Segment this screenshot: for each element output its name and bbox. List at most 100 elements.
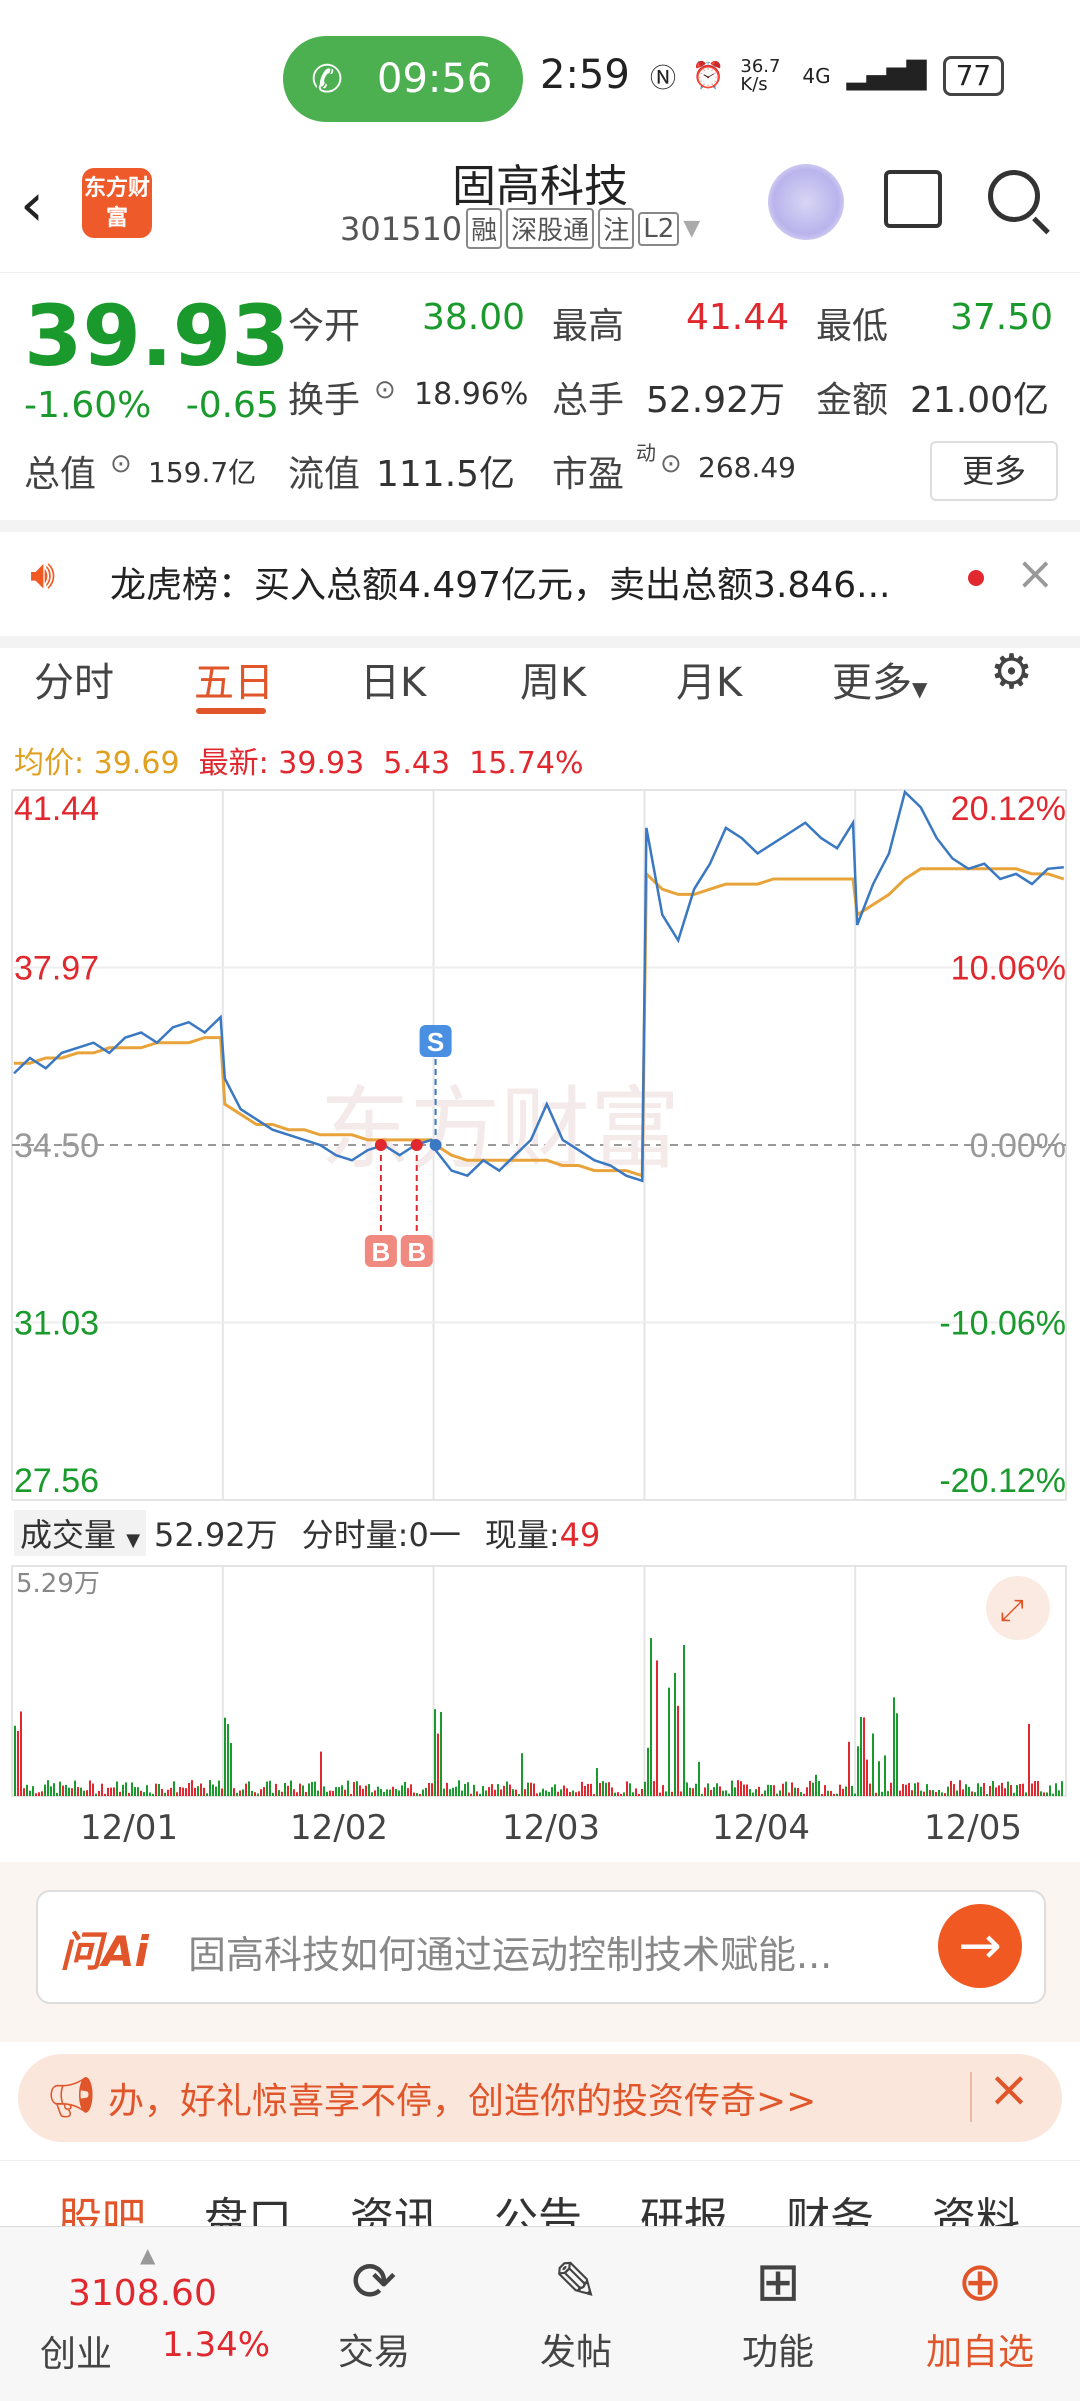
volume-bar xyxy=(923,1791,925,1796)
close-icon[interactable]: × xyxy=(988,2060,1030,2118)
nav-functions[interactable]: ⊞ 功能 xyxy=(698,2247,858,2375)
volume-bar xyxy=(851,1785,853,1796)
chart-info-line: 均价: 39.69 最新: 39.93 5.43 15.74% xyxy=(14,738,584,782)
volume-bar xyxy=(467,1782,469,1796)
tab-pankou[interactable]: 盘口 xyxy=(204,2183,292,2227)
volume-bar xyxy=(317,1790,319,1796)
tab-more[interactable]: 更多▼ xyxy=(832,650,927,708)
volume-bar xyxy=(557,1791,559,1796)
tab-daily-k[interactable]: 日K xyxy=(360,650,426,708)
index-pct: 1.34% xyxy=(162,2325,271,2365)
volume-bar xyxy=(701,1793,703,1796)
y-tick-right: -20.12% xyxy=(939,1462,1066,1500)
status-icons: Ⓝ ⏰ 36.7 K/s 4G ▂▄▆█ 77 xyxy=(650,56,1005,96)
volume-selector[interactable]: 成交量 ▼ xyxy=(14,1510,147,1556)
volume-bar xyxy=(56,1792,58,1796)
volume-bar xyxy=(185,1788,187,1796)
volume-bar xyxy=(194,1787,196,1796)
volume-bar xyxy=(401,1785,403,1796)
tab-guba[interactable]: 股吧 xyxy=(58,2183,146,2227)
caret-up-icon: ▲ xyxy=(140,2243,156,2267)
share-icon[interactable] xyxy=(884,170,942,228)
now-volume-value: 49 xyxy=(559,1516,601,1554)
tab-intraday[interactable]: 分时 xyxy=(34,650,114,708)
close-icon[interactable]: × xyxy=(1016,546,1055,600)
volume-bar xyxy=(581,1781,583,1796)
news-bar[interactable]: 🔊︎ 龙虎榜：买入总额4.497亿元，卖出总额3.846... × xyxy=(0,520,1080,648)
amount-value: 21.00亿 xyxy=(910,380,1050,421)
volume-bar xyxy=(80,1787,82,1796)
volume-bar xyxy=(221,1788,223,1796)
volume-bar xyxy=(182,1787,184,1796)
tab-five-day[interactable]: 五日 xyxy=(194,650,274,708)
nav-trade-label: 交易 xyxy=(337,2332,410,2373)
five-day-chart[interactable]: 东方财富 41.44 37.97 34.50 31.03 27.56 20.12% 10.… xyxy=(0,780,1080,1810)
volume-bar xyxy=(893,1697,895,1796)
volume-bar xyxy=(233,1788,235,1796)
tab-research[interactable]: 研报 xyxy=(640,2183,728,2227)
info-circle-icon[interactable]: ⊙ xyxy=(660,449,682,479)
volume-bar xyxy=(554,1784,556,1796)
volume-bar xyxy=(881,1791,883,1796)
ask-ai-box[interactable]: 问Ai 固高科技如何通过运动控制技术赋能... → xyxy=(36,1890,1046,2004)
volume-bar xyxy=(344,1789,346,1796)
more-button[interactable]: 更多 xyxy=(930,441,1058,501)
info-circle-icon[interactable]: ⊙ xyxy=(374,375,396,405)
volume-bar xyxy=(359,1785,361,1796)
volume-bar xyxy=(125,1782,127,1796)
volume-bar xyxy=(329,1790,331,1796)
current-price: 39.93 xyxy=(24,287,290,385)
volume-bar xyxy=(281,1791,283,1796)
volume-bar xyxy=(92,1783,94,1796)
tab-finance[interactable]: 财务 xyxy=(786,2183,874,2227)
tab-announcement[interactable]: 公告 xyxy=(494,2183,582,2227)
volume-bar xyxy=(617,1792,619,1796)
nav-trade[interactable]: ⟳ 交易 xyxy=(294,2247,454,2375)
arrow-right-icon[interactable]: → xyxy=(938,1904,1022,1988)
volume-bar xyxy=(836,1793,838,1796)
volume-bar xyxy=(779,1790,781,1796)
volume-bar xyxy=(824,1785,826,1796)
volume-bar xyxy=(407,1788,409,1796)
volume-bar xyxy=(833,1793,835,1796)
volume-bar xyxy=(656,1660,658,1796)
volume-bar xyxy=(386,1789,388,1796)
change-pct: -1.60% xyxy=(24,385,152,426)
volume-bar xyxy=(767,1784,769,1796)
volume-bar xyxy=(1022,1783,1024,1796)
volume-bar xyxy=(215,1786,217,1796)
nav-add-watchlist[interactable]: ⊕ 加自选 xyxy=(900,2247,1060,2375)
settings-gear-icon[interactable]: ⚙ xyxy=(990,644,1033,700)
volume-bar xyxy=(362,1788,364,1796)
network-type: 4G xyxy=(802,64,831,88)
tab-profile[interactable]: 资料 xyxy=(932,2183,1020,2227)
volume-bar xyxy=(395,1788,397,1796)
volume-bar xyxy=(521,1753,523,1796)
volume-bar xyxy=(470,1793,472,1796)
y-tick-left: 27.56 xyxy=(14,1462,99,1500)
search-icon[interactable] xyxy=(988,170,1040,222)
stock-code-row[interactable]: 301510 融 深股通 注 L2 ▼ xyxy=(340,208,700,249)
volume-bar xyxy=(134,1787,136,1796)
volume-bar xyxy=(695,1783,697,1796)
call-pill[interactable]: ✆ 09:56 xyxy=(283,36,523,122)
info-circle-icon[interactable]: ⊙ xyxy=(110,449,132,479)
volume-bar xyxy=(542,1788,544,1796)
volume-bar xyxy=(206,1793,208,1796)
change-value: -0.65 xyxy=(185,385,279,426)
robot-assistant-icon[interactable] xyxy=(768,164,844,240)
tab-monthly-k[interactable]: 月K xyxy=(676,650,742,708)
nav-post[interactable]: ✎ 发帖 xyxy=(496,2247,656,2375)
volume-bar xyxy=(146,1785,148,1796)
volume-bar xyxy=(605,1782,607,1796)
volume-bar xyxy=(920,1790,922,1796)
promo-text: 办，好礼惊喜享不停，创造你的投资传奇>> xyxy=(108,2081,817,2122)
tab-weekly-k[interactable]: 周K xyxy=(520,650,586,708)
tab-news[interactable]: 资讯 xyxy=(350,2183,438,2227)
volume-bar xyxy=(203,1787,205,1796)
volume-bar xyxy=(950,1780,952,1796)
volume-bar xyxy=(614,1792,616,1796)
promo-banner[interactable]: 📢︎ 办，好礼惊喜享不停，创造你的投资传奇>> × xyxy=(18,2054,1062,2142)
volume-bar xyxy=(953,1784,955,1796)
volume-bar xyxy=(854,1793,856,1796)
